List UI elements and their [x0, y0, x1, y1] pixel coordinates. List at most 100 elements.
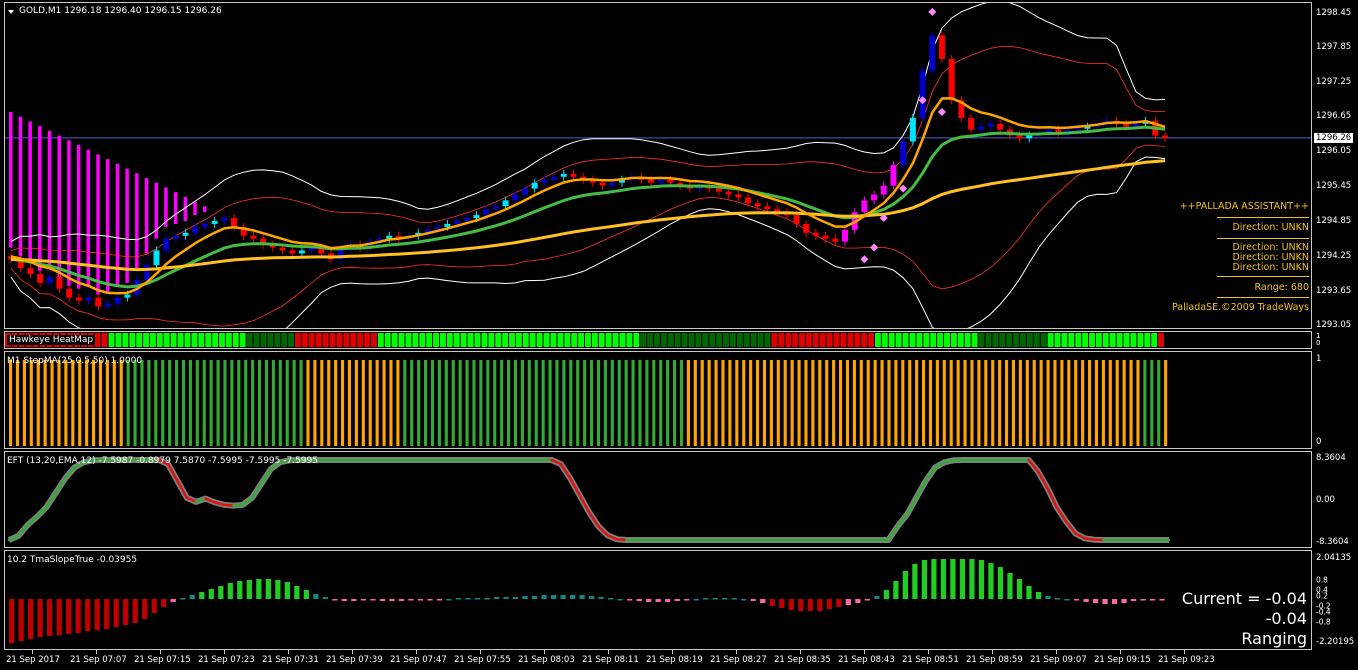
- stepma-bar: [403, 360, 407, 446]
- stepma-bar: [908, 360, 912, 446]
- heatmap-cell: [930, 333, 937, 347]
- candle-body: [1162, 135, 1168, 138]
- stepma-bar: [486, 360, 490, 446]
- candle-body: [1123, 123, 1130, 127]
- stepma-bar: [735, 360, 739, 446]
- tma-pane[interactable]: 10.2 TmaSlopeTrue -0.03955 Current = -0.…: [4, 550, 1312, 650]
- candle-body: [764, 206, 771, 210]
- stepma-bar: [154, 360, 158, 446]
- tma-histogram-bar: [722, 598, 728, 600]
- tma-histogram-bar: [988, 563, 994, 599]
- heatmap-cell: [909, 333, 916, 347]
- candle-body: [822, 235, 829, 239]
- stepma-bar: [181, 360, 186, 446]
- heatmap-pane[interactable]: Hawkeye HeatMap: [4, 331, 1312, 349]
- time-tick: [480, 650, 481, 654]
- heatmap-cell: [1061, 333, 1068, 347]
- magenta-histogram-bar: [57, 135, 61, 277]
- price-tick-label: 1293.65: [1316, 286, 1352, 296]
- stepma-bar: [175, 360, 179, 446]
- candle-body: [871, 194, 878, 201]
- stepma-bar: [866, 360, 870, 446]
- candle-body: [841, 229, 848, 242]
- tma-histogram-bar: [1016, 579, 1023, 599]
- stepma-bar: [126, 360, 130, 446]
- tma-tick-label: -2.20195: [1316, 637, 1355, 647]
- stepma-pane[interactable]: M1 StepMA(25,0.5,50) 1.0000: [4, 351, 1312, 449]
- candle-body: [1016, 135, 1023, 139]
- heatmap-cell: [94, 333, 101, 347]
- candle-body: [832, 238, 839, 242]
- tma-histogram-bar: [1064, 599, 1070, 601]
- stepma-bar: [1081, 360, 1085, 446]
- candle-body: [250, 235, 257, 239]
- time-label: 21 Sep 07:39: [326, 655, 383, 665]
- heatmap-cell: [343, 333, 350, 347]
- stepma-bar: [437, 360, 441, 446]
- heatmap-cell: [944, 333, 950, 347]
- stepma-bar: [1122, 360, 1126, 446]
- heatmap-cell: [198, 333, 205, 347]
- price-axis[interactable]: 1298.45 1297.85 1297.25 1296.65 1296.05 …: [1312, 2, 1358, 330]
- tma-histogram-bar: [1140, 599, 1146, 601]
- stepma-bar: [57, 360, 61, 446]
- heatmap-cell: [357, 333, 364, 347]
- candle-body: [512, 194, 519, 201]
- time-label: 21 Sep 08:51: [902, 655, 959, 665]
- tma-histogram-bar: [28, 599, 34, 639]
- chart-menu-arrow-icon[interactable]: [8, 10, 14, 14]
- eft-pane[interactable]: EFT (13,20,EMA,12) -7.5987 -0.8979 7.587…: [4, 451, 1312, 548]
- candle-body: [745, 197, 752, 204]
- stepma-bar: [942, 360, 946, 446]
- tma-tick-label: -0.8: [1316, 617, 1331, 627]
- heatmap-cell: [315, 333, 322, 347]
- candle-body: [444, 223, 451, 227]
- tma-histogram-bar: [950, 559, 956, 599]
- tma-histogram-bar: [731, 598, 737, 600]
- stepma-svg: [9, 360, 1168, 446]
- stepma-bar: [555, 360, 559, 446]
- candle-body: [938, 35, 945, 59]
- heatmap-cell: [819, 333, 826, 347]
- price-chart-svg: [5, 3, 1311, 328]
- heatmap-cell: [453, 333, 460, 347]
- heatmap-cell: [660, 333, 667, 347]
- tma-histogram-bar: [893, 581, 899, 599]
- tma-axis: 2.04135 0.8 0.4 0.2 -0.2 -0.4 -0.8 -2.20…: [1312, 550, 1358, 650]
- price-tick-label: 1296.65: [1316, 111, 1352, 121]
- heatmap-cell: [232, 333, 239, 347]
- magenta-histogram-bar: [28, 121, 32, 263]
- price-chart-pane[interactable]: GOLD,M1 1296.18 1296.40 1296.15 1296.26 …: [4, 2, 1312, 329]
- heatmap-tick-label: 0: [1316, 339, 1321, 347]
- heatmap-cell: [840, 333, 847, 347]
- time-label: 21 Sep 07:31: [262, 655, 319, 665]
- candle-body: [104, 303, 111, 307]
- stepma-bar: [991, 360, 995, 446]
- heatmap-cell: [391, 333, 398, 347]
- heatmap-cell: [743, 333, 750, 347]
- heatmap-cell: [619, 333, 626, 347]
- stepma-bar: [562, 360, 566, 446]
- tma-histogram-bar: [1054, 598, 1061, 600]
- heatmap-cell: [481, 333, 488, 347]
- stepma-bar: [92, 360, 96, 446]
- heatmap-cell: [888, 333, 895, 347]
- heatmap-cell: [509, 333, 515, 347]
- heatmap-cell: [957, 333, 964, 347]
- heatmap-cell: [1095, 333, 1102, 347]
- heatmap-cell: [239, 333, 246, 347]
- heatmap-cell: [122, 333, 129, 347]
- heatmap-cell: [695, 333, 702, 347]
- candle-body: [473, 215, 480, 219]
- stepma-bar: [970, 360, 974, 446]
- heatmap-cell: [571, 333, 578, 347]
- stepma-bar: [258, 360, 262, 446]
- stepma-bar: [320, 360, 324, 446]
- candle-body: [599, 182, 606, 186]
- heatmap-cell: [674, 333, 681, 347]
- candle-body: [919, 70, 926, 118]
- heatmap-cell: [1102, 333, 1109, 347]
- stepma-bar: [147, 360, 151, 446]
- tma-histogram-bar: [379, 599, 386, 601]
- candle-body: [890, 165, 897, 186]
